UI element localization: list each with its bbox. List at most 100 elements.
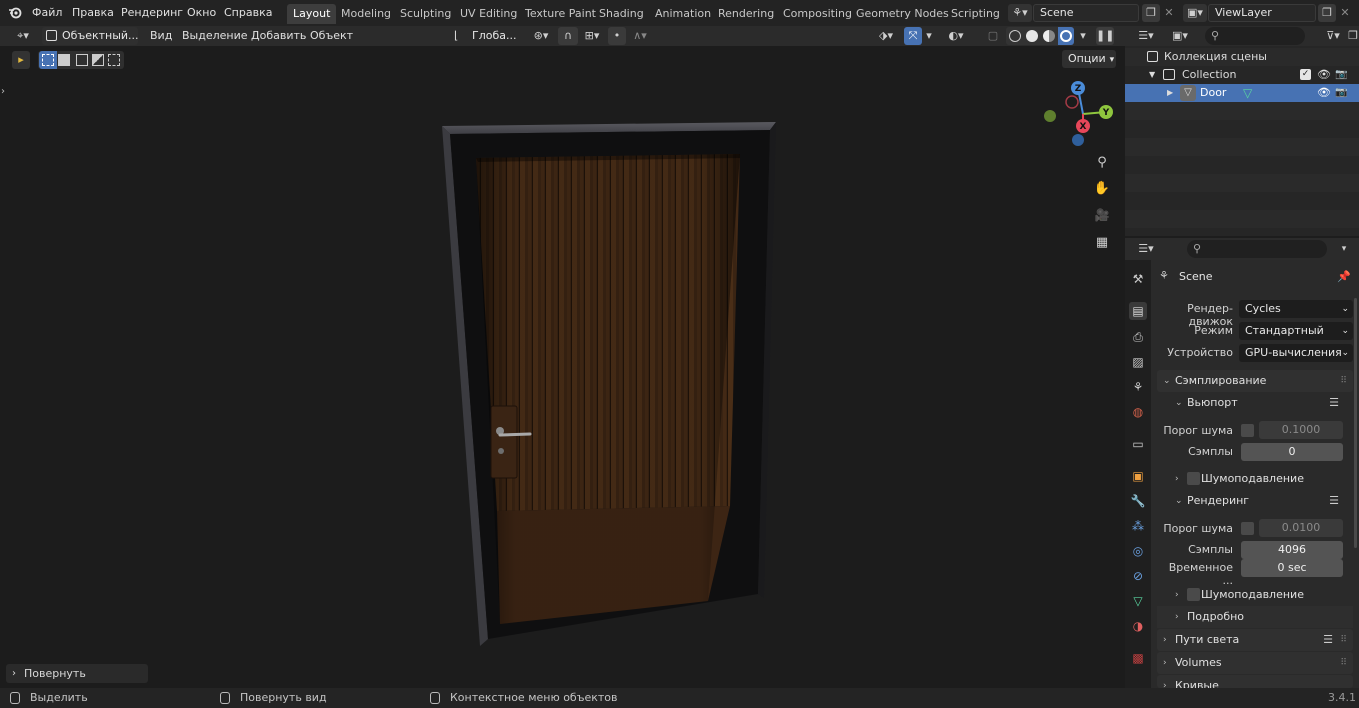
drag-handle-icon[interactable]: ⠿: [1340, 629, 1347, 651]
perspective-grid-icon[interactable]: ▦: [1093, 234, 1111, 252]
props-options-icon[interactable]: ▾: [1337, 240, 1351, 258]
rendered-shading-icon[interactable]: [1058, 27, 1074, 45]
render-presets-list-icon[interactable]: ☰: [1329, 490, 1339, 512]
light-paths-presets-icon[interactable]: ☰: [1323, 629, 1333, 651]
output-tab-icon[interactable]: ⎙: [1129, 328, 1147, 346]
outliner-row-door[interactable]: ▶ ▽ Door ▽ 👁 📷: [1125, 84, 1359, 102]
menu-select[interactable]: Выделение: [182, 29, 248, 42]
menu-help[interactable]: Справка: [224, 6, 272, 19]
expand-icon[interactable]: ▶: [1167, 84, 1173, 102]
modifier-tab-icon[interactable]: 🔧: [1129, 492, 1147, 510]
tab-animation[interactable]: Animation: [649, 4, 717, 24]
light-paths-panel-header[interactable]: › Пути света ☰ ⠿: [1157, 629, 1353, 651]
render-engine-select[interactable]: Cycles ⌄: [1239, 300, 1353, 318]
camera-view-icon[interactable]: 🎥: [1093, 206, 1111, 224]
advanced-subpanel-header[interactable]: › Подробно: [1157, 606, 1353, 628]
tab-sculpting[interactable]: Sculpting: [394, 4, 457, 24]
particles-tab-icon[interactable]: ⁂: [1129, 517, 1147, 535]
render-camera-icon[interactable]: 📷: [1335, 66, 1347, 84]
outliner-row-scene-collection[interactable]: Коллекция сцены: [1125, 48, 1359, 66]
texture-tab-icon[interactable]: ▩: [1129, 649, 1147, 667]
wireframe-shading-icon[interactable]: [1009, 30, 1021, 42]
menu-object[interactable]: Объект: [310, 29, 353, 42]
viewport-noise-threshold-field[interactable]: 0.1000: [1259, 421, 1343, 439]
tab-layout[interactable]: Layout: [287, 4, 337, 24]
blender-logo-icon[interactable]: [8, 5, 22, 19]
last-operation-panel[interactable]: › Повернуть: [6, 664, 148, 683]
scene-name-field[interactable]: Scene: [1033, 4, 1139, 22]
world-tab-icon[interactable]: ◍: [1129, 403, 1147, 421]
render-samples-field[interactable]: 4096: [1241, 541, 1343, 559]
render-tab-icon[interactable]: ▤: [1129, 302, 1147, 320]
properties-scrollbar[interactable]: [1354, 298, 1357, 548]
menu-view[interactable]: Вид: [150, 29, 172, 42]
tab-uv-editing[interactable]: UV Editing: [454, 4, 523, 24]
tab-rendering[interactable]: Rendering: [712, 4, 780, 24]
object-tab-icon[interactable]: ▣: [1129, 467, 1147, 485]
viewport-subpanel-header[interactable]: ⌄ Вьюпорт ☰: [1157, 392, 1353, 414]
pin-icon[interactable]: 📌: [1337, 270, 1351, 283]
render-denoising-header[interactable]: › Шумоподавление: [1157, 584, 1353, 606]
outliner-row-collection[interactable]: ▼ Collection ✓ 👁 📷: [1125, 66, 1359, 84]
proportional-edit-icon[interactable]: •: [608, 27, 626, 45]
view-layer-tab-icon[interactable]: ▨: [1129, 353, 1147, 371]
viewport-denoising-header[interactable]: › Шумоподавление: [1157, 468, 1353, 490]
data-tab-icon[interactable]: ▽: [1129, 592, 1147, 610]
new-viewlayer-icon[interactable]: ❐: [1318, 4, 1336, 22]
gizmo-dropdown-icon[interactable]: ▾: [922, 27, 936, 45]
navigation-gizmo[interactable]: Z Y X: [1040, 80, 1116, 146]
mode-select[interactable]: Стандартный ⌄: [1239, 322, 1353, 340]
pan-hand-icon[interactable]: ✋: [1093, 180, 1111, 198]
viewport-denoising-checkbox[interactable]: [1187, 472, 1200, 485]
gizmo-neg-x-icon[interactable]: [1065, 95, 1079, 109]
3d-viewport[interactable]: ▸ Опции ▾ › Z Y X ⚲ ✋ 🎥 ▦ › Повернуть: [0, 46, 1125, 688]
door-render-camera-icon[interactable]: 📷: [1335, 84, 1347, 102]
scene-selector-icon[interactable]: ⚘▾: [1008, 4, 1032, 22]
curves-panel-header[interactable]: › Кривые: [1157, 675, 1353, 688]
menu-edit[interactable]: Правка: [72, 6, 114, 19]
device-select[interactable]: GPU-вычисления ⌄: [1239, 344, 1353, 362]
orientation-selector[interactable]: ⌊ Глоба...: [452, 27, 522, 45]
delete-viewlayer-icon[interactable]: ✕: [1336, 4, 1354, 22]
properties-editor-icon[interactable]: ☰▾: [1133, 240, 1159, 258]
menu-add[interactable]: Добавить: [251, 29, 306, 42]
falloff-icon[interactable]: ∧▾: [628, 27, 652, 45]
tab-texture-paint[interactable]: Texture Paint: [519, 4, 602, 24]
constraints-tab-icon[interactable]: ⊘: [1129, 567, 1147, 585]
tab-compositing[interactable]: Compositing: [777, 4, 858, 24]
view-layer-field[interactable]: ViewLayer: [1208, 4, 1316, 22]
collection-tab-icon[interactable]: ▭: [1129, 435, 1147, 453]
drag-handle-icon[interactable]: ⠿: [1340, 652, 1347, 674]
collapse-icon[interactable]: ▼: [1149, 66, 1155, 84]
visibility-eye-icon[interactable]: 👁: [1317, 66, 1331, 84]
delete-scene-icon[interactable]: ✕: [1160, 4, 1178, 22]
tab-geometry-nodes[interactable]: Geometry Nodes: [850, 4, 955, 24]
material-tab-icon[interactable]: ◑: [1129, 617, 1147, 635]
mode-selector[interactable]: Объектный...: [42, 27, 139, 45]
zoom-icon[interactable]: ⚲: [1093, 154, 1111, 172]
viewport-noise-threshold-checkbox[interactable]: [1241, 424, 1254, 437]
pivot-icon[interactable]: ⊛▾: [528, 27, 554, 45]
tab-modeling[interactable]: Modeling: [335, 4, 397, 24]
gizmo-icon[interactable]: ⤧: [904, 27, 922, 45]
outliner-editor-icon[interactable]: ☰▾: [1133, 27, 1159, 45]
viewlayer-selector-icon[interactable]: ▣▾: [1183, 4, 1207, 22]
volumes-panel-header[interactable]: › Volumes ⠿: [1157, 652, 1353, 674]
shading-dropdown-icon[interactable]: ▾: [1076, 27, 1090, 45]
menu-file[interactable]: Файл: [32, 6, 62, 19]
exclude-checkbox-icon[interactable]: ✓: [1300, 69, 1311, 80]
new-collection-icon[interactable]: ❐: [1347, 27, 1359, 45]
gizmo-neg-z-icon[interactable]: [1072, 134, 1084, 146]
display-mode-icon[interactable]: ▣▾: [1167, 27, 1193, 45]
render-denoising-checkbox[interactable]: [1187, 588, 1200, 601]
outliner-search-input[interactable]: ⚲: [1205, 27, 1305, 45]
sampling-panel-header[interactable]: ⌄ Сэмплирование ⠿: [1157, 370, 1353, 392]
properties-search-input[interactable]: ⚲: [1187, 240, 1327, 258]
xray-icon[interactable]: ▢: [984, 27, 1002, 45]
overlays-icon[interactable]: ◐▾: [944, 27, 968, 45]
solid-shading-icon[interactable]: [1026, 30, 1038, 42]
viewport-samples-field[interactable]: 0: [1241, 443, 1343, 461]
mesh-data-icon[interactable]: ▽: [1243, 84, 1252, 102]
physics-tab-icon[interactable]: ◎: [1129, 542, 1147, 560]
filter-icon[interactable]: ⊽▾: [1321, 27, 1345, 45]
